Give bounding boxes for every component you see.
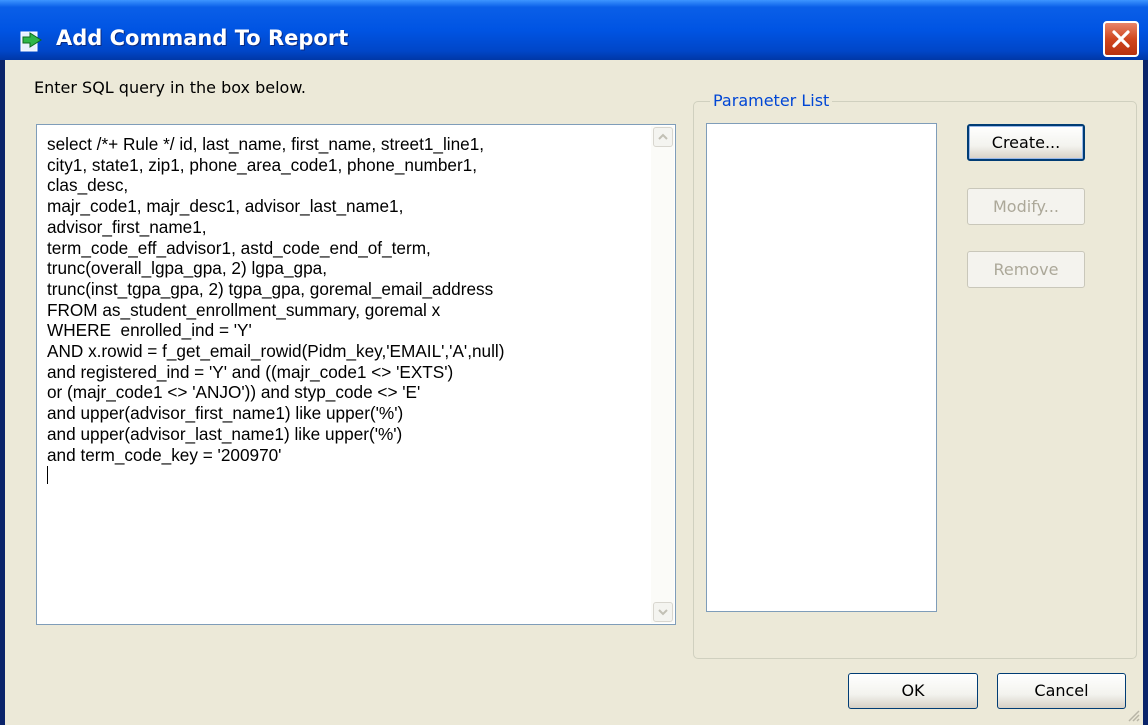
cancel-button-label: Cancel <box>1034 681 1089 700</box>
app-icon <box>20 28 44 52</box>
sql-line: select /*+ Rule */ id, last_name, first_… <box>47 134 485 154</box>
scroll-down-button[interactable] <box>653 602 673 622</box>
text-caret <box>47 466 48 485</box>
ok-button-label: OK <box>901 681 925 700</box>
sql-line: trunc(overall_lgpa_gpa, 2) lgpa_gpa, <box>47 258 327 279</box>
sql-line: and upper(advisor_first_name1) like uppe… <box>47 403 404 424</box>
sql-line: clas_desc, <box>47 175 129 196</box>
sql-query-textarea[interactable]: select /*+ Rule */ id, last_name, first_… <box>36 124 676 625</box>
sql-line: trunc(inst_tgpa_gpa, 2) tgpa_gpa, gorema… <box>47 278 494 299</box>
window-title: Add Command To Report <box>56 26 349 50</box>
sql-line: and upper(advisor_last_name1) like upper… <box>47 423 403 444</box>
sql-scrollbar[interactable] <box>651 126 674 623</box>
sql-line: advisor_first_name1, <box>47 216 207 237</box>
cancel-button[interactable]: Cancel <box>997 673 1126 709</box>
sql-line: FROM as_student_enrollment_summary, gore… <box>47 299 441 320</box>
title-bar[interactable]: Add Command To Report <box>0 0 1148 60</box>
sql-line: city1, state1, zip1, phone_area_code1, p… <box>47 154 477 175</box>
create-button-label: Create... <box>991 133 1061 152</box>
sql-line: majr_code1, majr_desc1, advisor_last_nam… <box>47 196 404 217</box>
sql-line: and registered_ind = 'Y' and ((majr_code… <box>47 361 454 382</box>
sql-query-text[interactable]: select /*+ Rule */ id, last_name, first_… <box>47 134 637 485</box>
ok-button[interactable]: OK <box>848 673 978 709</box>
sql-line: AND x.rowid = f_get_email_rowid(Pidm_key… <box>47 341 505 362</box>
sql-line: term_code_eff_advisor1, astd_code_end_of… <box>47 237 431 258</box>
parameter-list-label: Parameter List <box>710 91 833 110</box>
sql-line: and term_code_key = '200970' <box>47 444 282 465</box>
modify-parameter-button[interactable]: Modify... <box>967 188 1085 225</box>
resize-grip-icon[interactable] <box>1125 707 1141 723</box>
dialog-body: Enter SQL query in the box below. select… <box>5 60 1143 725</box>
close-button[interactable] <box>1103 21 1139 57</box>
scroll-up-button[interactable] <box>653 127 673 147</box>
sql-line: or (majr_code1 <> 'ANJO')) and styp_code… <box>47 382 421 403</box>
remove-parameter-button[interactable]: Remove <box>967 251 1085 288</box>
parameter-listbox[interactable] <box>706 123 937 612</box>
add-command-dialog: Add Command To Report Enter SQL query in… <box>0 0 1148 725</box>
sql-line: WHERE enrolled_ind = 'Y' <box>47 320 252 341</box>
create-parameter-button[interactable]: Create... <box>967 124 1085 161</box>
modify-button-label: Modify... <box>993 197 1059 216</box>
remove-button-label: Remove <box>993 260 1059 279</box>
sql-prompt-label: Enter SQL query in the box below. <box>34 78 307 97</box>
